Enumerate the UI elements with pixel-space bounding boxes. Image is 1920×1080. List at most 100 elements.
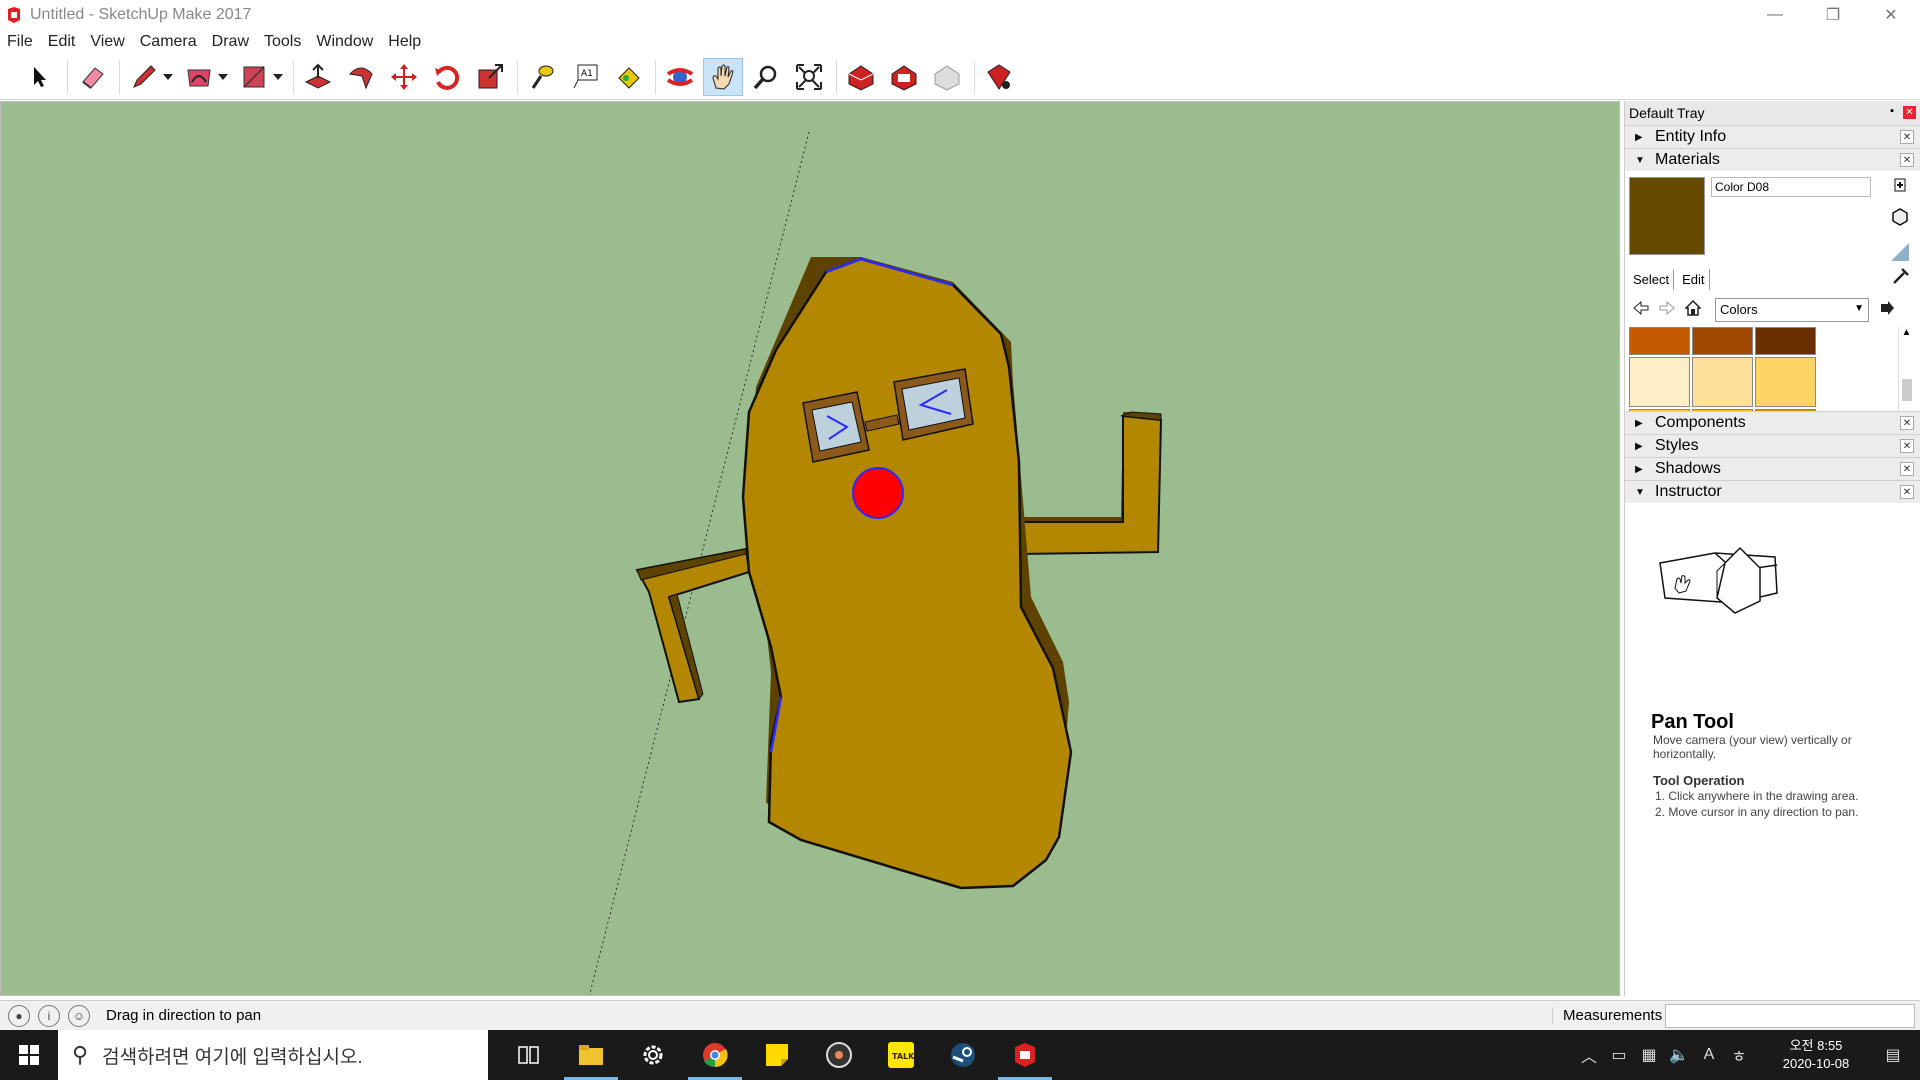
share-component-button[interactable] bbox=[927, 58, 967, 96]
menu-tools[interactable]: Tools bbox=[264, 33, 301, 51]
title-bar: Untitled - SketchUp Make 2017 — ❐ ✕ bbox=[0, 0, 1920, 30]
select-tool-button[interactable] bbox=[20, 58, 60, 96]
swatch-row bbox=[1629, 327, 1879, 355]
forward-arrow-icon[interactable] bbox=[1659, 300, 1675, 319]
restore-button[interactable]: ❐ bbox=[1804, 0, 1862, 30]
menu-camera[interactable]: Camera bbox=[140, 33, 197, 51]
tab-select[interactable]: Select bbox=[1629, 269, 1675, 290]
rotate-tool-button[interactable] bbox=[427, 58, 467, 96]
input-language-indicator[interactable]: A bbox=[1694, 1046, 1724, 1064]
library-select[interactable]: Colors ▼ bbox=[1715, 298, 1869, 322]
menu-file[interactable]: File bbox=[7, 33, 33, 51]
rectangle-tool-button[interactable] bbox=[234, 58, 274, 96]
pin-icon[interactable]: ▪ bbox=[1890, 105, 1894, 117]
panel-styles[interactable]: ▶ Styles ✕ bbox=[1625, 434, 1920, 457]
current-material-swatch[interactable] bbox=[1629, 177, 1705, 255]
text-tool-button[interactable]: A1 bbox=[565, 58, 605, 96]
panel-entity-info[interactable]: ▶ Entity Info ✕ bbox=[1625, 125, 1920, 148]
arc-tool-dropdown[interactable] bbox=[216, 58, 230, 96]
menu-help[interactable]: Help bbox=[388, 33, 421, 51]
steam-taskbar-button[interactable] bbox=[932, 1030, 994, 1080]
measurements-input[interactable] bbox=[1665, 1004, 1915, 1028]
clock[interactable]: 오전 8:55 2020-10-08 bbox=[1766, 1037, 1866, 1073]
geo-location-icon[interactable]: ● bbox=[8, 1004, 30, 1027]
material-swatch[interactable] bbox=[1629, 357, 1690, 407]
material-swatch[interactable] bbox=[1629, 327, 1690, 355]
menu-draw[interactable]: Draw bbox=[212, 33, 249, 51]
3d-warehouse-button[interactable] bbox=[841, 58, 881, 96]
sketchup-taskbar-button[interactable] bbox=[994, 1030, 1056, 1080]
media-player-taskbar-button[interactable] bbox=[808, 1030, 870, 1080]
tab-edit[interactable]: Edit bbox=[1678, 269, 1710, 290]
material-swatch[interactable] bbox=[1755, 357, 1816, 407]
eraser-tool-button[interactable] bbox=[72, 58, 112, 96]
settings-taskbar-button[interactable] bbox=[622, 1030, 684, 1080]
panel-close-icon[interactable]: ✕ bbox=[1900, 130, 1914, 144]
arc-tool-button[interactable] bbox=[179, 58, 219, 96]
scroll-thumb[interactable] bbox=[1902, 379, 1912, 401]
menu-edit[interactable]: Edit bbox=[48, 33, 76, 51]
scale-tool-button[interactable] bbox=[470, 58, 510, 96]
user-account-icon[interactable]: ☺ bbox=[68, 1004, 90, 1027]
instructor-description: Move camera (your view) vertically or ho… bbox=[1653, 733, 1852, 761]
panel-shadows[interactable]: ▶ Shadows ✕ bbox=[1625, 457, 1920, 480]
battery-icon[interactable]: ▭ bbox=[1604, 1045, 1634, 1065]
task-view-button[interactable] bbox=[498, 1030, 560, 1080]
home-icon[interactable] bbox=[1684, 299, 1702, 320]
zoom-extents-button[interactable] bbox=[789, 58, 829, 96]
chrome-taskbar-button[interactable] bbox=[684, 1030, 746, 1080]
ime-mode-icon[interactable]: ㅎ bbox=[1724, 1043, 1754, 1067]
back-arrow-icon[interactable] bbox=[1633, 300, 1649, 319]
file-explorer-taskbar-button[interactable] bbox=[560, 1030, 622, 1080]
menu-view[interactable]: View bbox=[90, 33, 124, 51]
sketchup-icon bbox=[1015, 1043, 1035, 1067]
material-swatch[interactable] bbox=[1692, 357, 1753, 407]
follow-me-tool-button[interactable] bbox=[341, 58, 381, 96]
eraser-icon bbox=[82, 66, 104, 89]
panel-materials[interactable]: ▼ Materials ✕ bbox=[1625, 148, 1920, 171]
rectangle-tool-dropdown[interactable] bbox=[271, 58, 285, 96]
paint-bucket-tool-button[interactable] bbox=[608, 58, 648, 96]
panel-close-icon[interactable]: ✕ bbox=[1900, 462, 1914, 476]
start-button[interactable] bbox=[0, 1030, 58, 1080]
menu-window[interactable]: Window bbox=[316, 33, 373, 51]
eyedropper-icon[interactable] bbox=[1892, 267, 1910, 289]
network-icon[interactable]: ▦ bbox=[1634, 1045, 1664, 1065]
line-tool-button[interactable] bbox=[124, 58, 164, 96]
line-tool-dropdown[interactable] bbox=[161, 58, 175, 96]
move-tool-button[interactable] bbox=[384, 58, 424, 96]
pan-tool-button[interactable] bbox=[703, 57, 743, 96]
panel-close-icon[interactable]: ✕ bbox=[1900, 416, 1914, 430]
sticky-notes-taskbar-button[interactable] bbox=[746, 1030, 808, 1080]
orbit-tool-button[interactable] bbox=[660, 58, 700, 96]
create-material-icon[interactable] bbox=[1893, 177, 1907, 197]
panel-instructor[interactable]: ▼ Instructor ✕ bbox=[1625, 480, 1920, 503]
push-pull-tool-button[interactable] bbox=[298, 58, 338, 96]
default-material-icon[interactable] bbox=[1890, 207, 1910, 231]
extension-warehouse-button[interactable] bbox=[979, 58, 1019, 96]
panel-close-icon[interactable]: ✕ bbox=[1900, 439, 1914, 453]
scroll-up-icon[interactable]: ▲ bbox=[1899, 327, 1914, 338]
kakaotalk-taskbar-button[interactable]: TALK bbox=[870, 1030, 932, 1080]
panel-close-icon[interactable]: ✕ bbox=[1900, 485, 1914, 499]
tape-measure-tool-button[interactable] bbox=[522, 58, 562, 96]
taskbar-search-box[interactable]: ⚲ 검색하려면 여기에 입력하십시오. bbox=[58, 1030, 488, 1080]
tray-close-icon[interactable]: ✕ bbox=[1903, 106, 1916, 119]
chevron-up-icon[interactable]: ︿ bbox=[1574, 1043, 1604, 1067]
material-swatch[interactable] bbox=[1692, 327, 1753, 355]
toolbar-separator bbox=[119, 59, 120, 94]
material-swatch[interactable] bbox=[1755, 327, 1816, 355]
minimize-button[interactable]: — bbox=[1746, 0, 1804, 30]
notifications-icon[interactable]: ▤ bbox=[1878, 1045, 1908, 1065]
drawing-area[interactable] bbox=[0, 101, 1620, 996]
share-model-button[interactable] bbox=[884, 58, 924, 96]
material-name-field[interactable]: Color D08 bbox=[1711, 177, 1871, 197]
info-icon[interactable]: i bbox=[38, 1004, 60, 1027]
close-button[interactable]: ✕ bbox=[1862, 0, 1920, 30]
panel-close-icon[interactable]: ✕ bbox=[1900, 153, 1914, 167]
details-arrow-icon[interactable] bbox=[1879, 300, 1895, 320]
zoom-tool-button[interactable] bbox=[746, 58, 786, 96]
volume-icon[interactable]: 🔈 bbox=[1664, 1045, 1694, 1065]
sample-paint-icon[interactable] bbox=[1889, 241, 1911, 267]
panel-components[interactable]: ▶ Components ✕ bbox=[1625, 411, 1920, 434]
